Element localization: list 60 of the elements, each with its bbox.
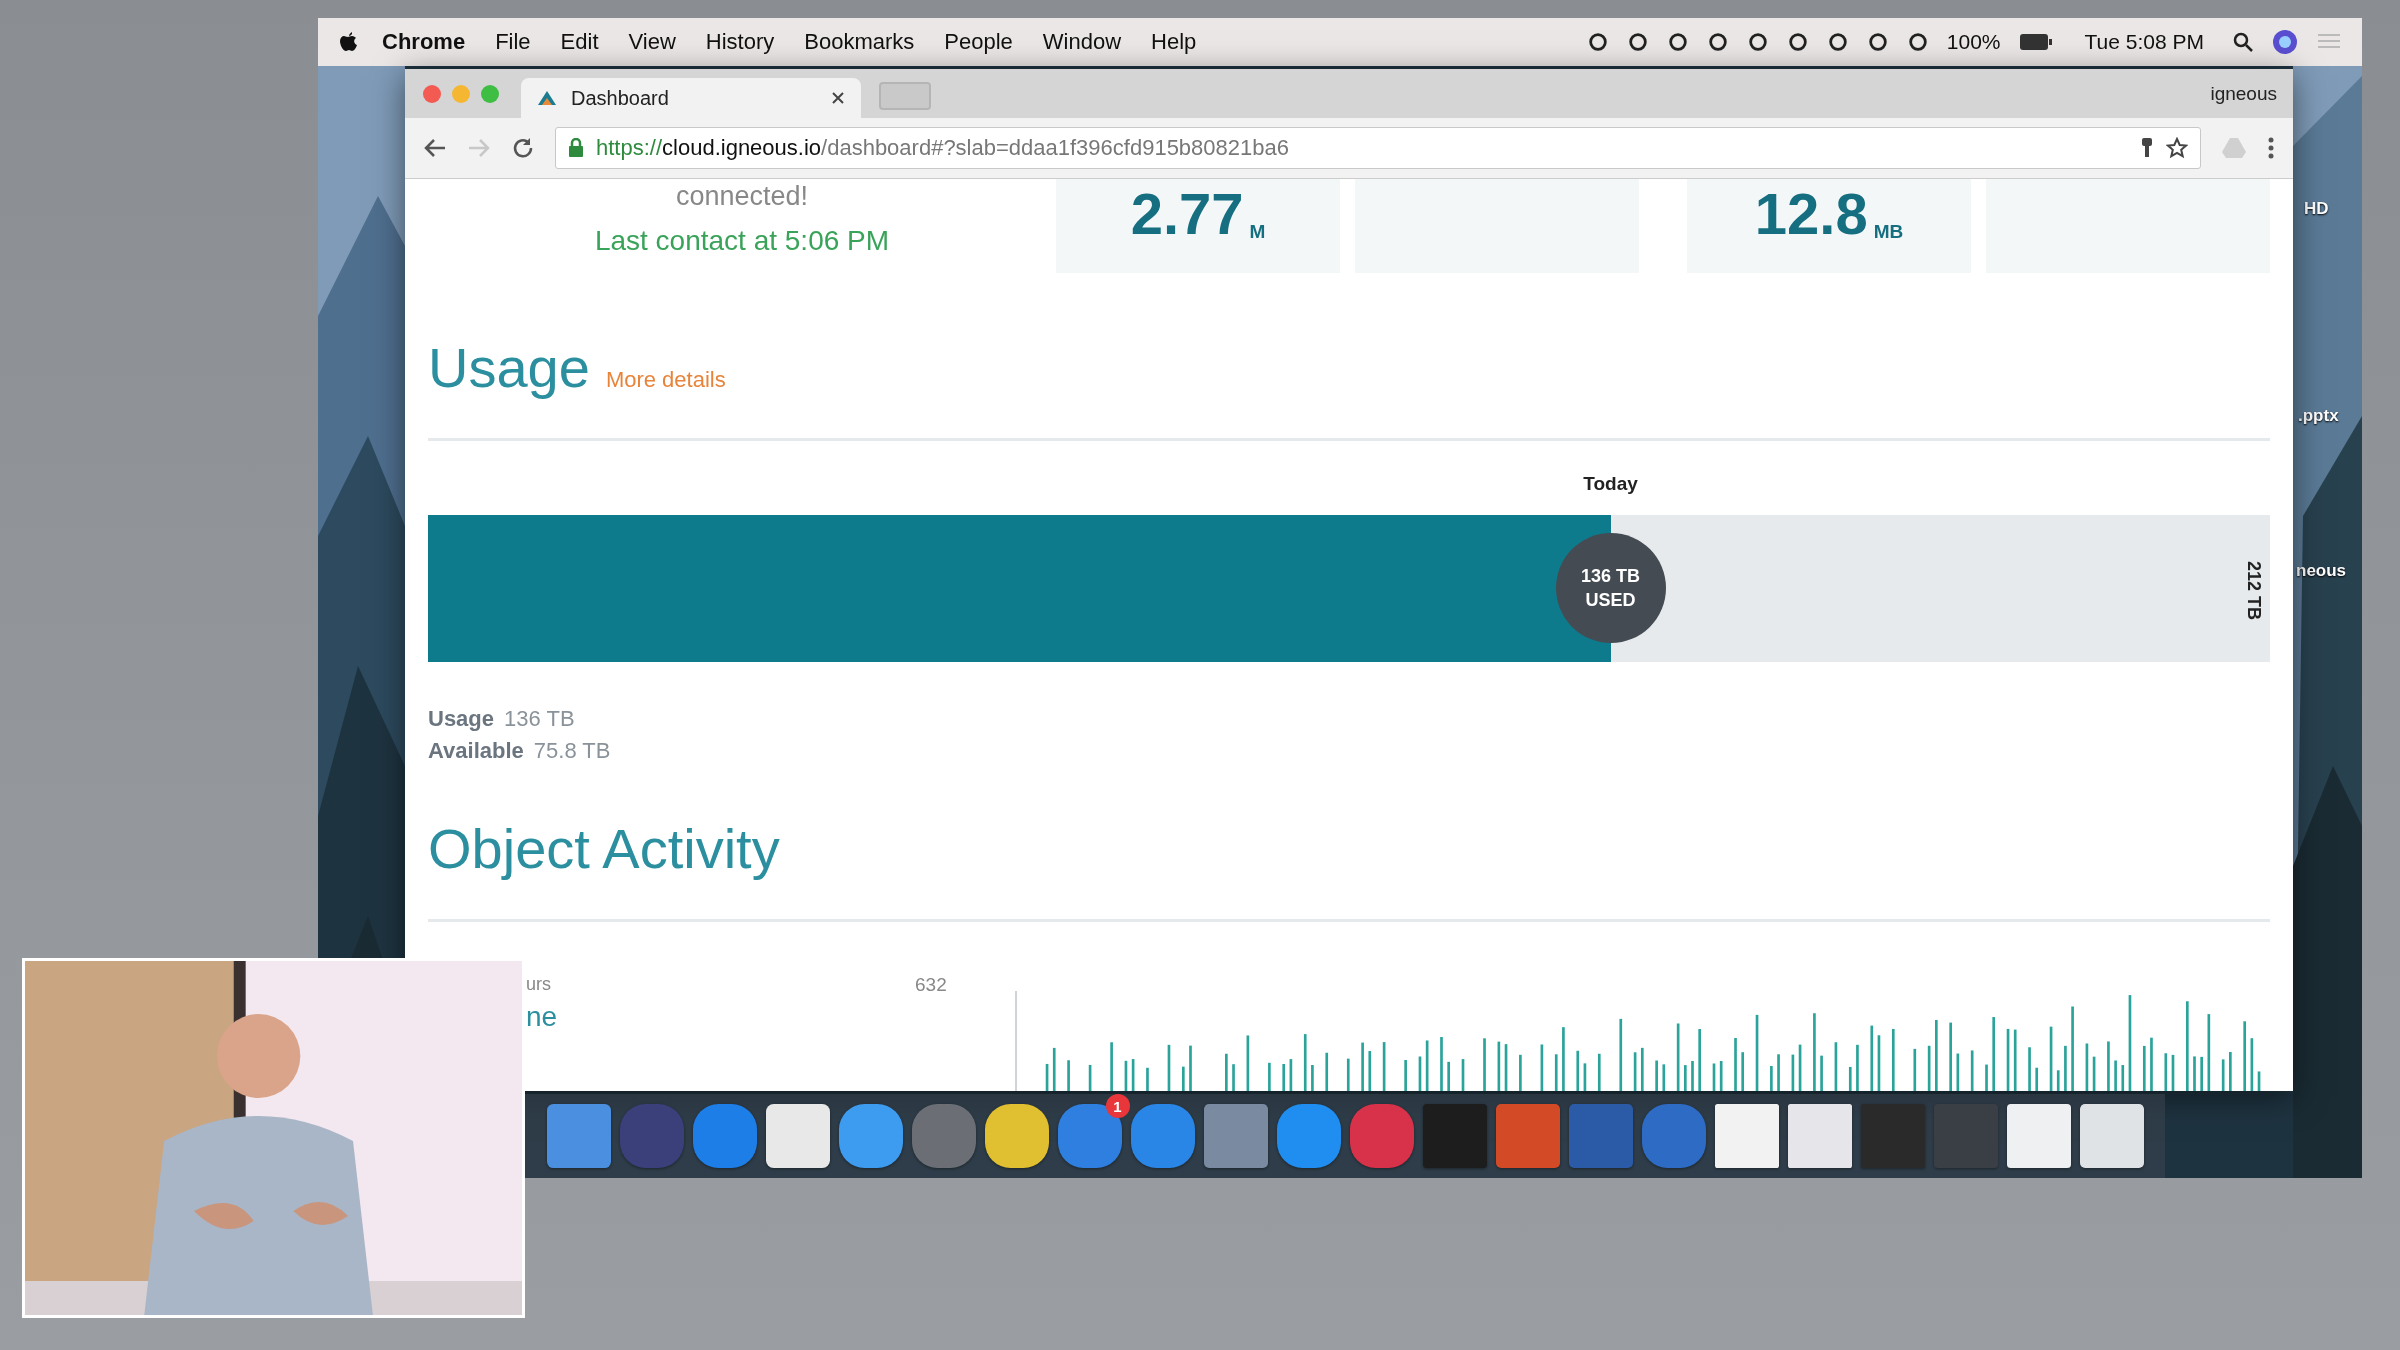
legend-label: ne	[526, 1001, 559, 1033]
app-icon[interactable]	[984, 1104, 1049, 1168]
today-label: Today	[1583, 473, 1638, 495]
search-icon[interactable]	[2232, 31, 2254, 53]
status-icon[interactable]	[1786, 31, 1809, 53]
menu-item[interactable]: File	[495, 29, 531, 55]
menu-item[interactable]: Window	[1042, 29, 1122, 55]
status-icon[interactable]	[1586, 31, 1609, 53]
close-icon[interactable]	[831, 91, 845, 105]
status-icon[interactable]	[1866, 31, 1889, 53]
reload-icon[interactable]	[511, 136, 535, 160]
status-icon[interactable]	[1826, 31, 1849, 53]
menu-item[interactable]: People	[944, 29, 1013, 55]
stat-value: 2.77	[1130, 185, 1244, 243]
close-window-button[interactable]	[423, 84, 441, 103]
menu-item[interactable]: View	[628, 29, 676, 55]
app-icon[interactable]	[838, 1104, 903, 1168]
clock[interactable]: Tue 5:08 PM	[2084, 30, 2204, 54]
capacity-label: 212 TB	[2243, 561, 2264, 621]
lock-icon	[568, 138, 584, 158]
notification-badge: 1	[1105, 1094, 1130, 1118]
section-heading: Usage	[428, 335, 590, 400]
app-icon[interactable]	[765, 1104, 830, 1168]
status-icon[interactable]	[1666, 31, 1689, 53]
stat-label: Available	[428, 738, 524, 764]
section-heading: Object Activity	[428, 816, 780, 881]
status-icon[interactable]	[1626, 31, 1649, 53]
orb-icon[interactable]	[2272, 29, 2298, 55]
desktop-icon-label[interactable]: HD	[2304, 199, 2329, 219]
status-icon[interactable]	[1706, 31, 1729, 53]
status-icon[interactable]	[1906, 31, 1929, 53]
address-bar[interactable]: https://cloud.igneous.io/dashboard#?slab=ddaa1f396cfd915b80821ba6	[555, 127, 2201, 169]
stat-value: 75.8 TB	[533, 738, 611, 764]
more-icon[interactable]	[2267, 136, 2275, 160]
profile-name[interactable]: igneous	[2210, 82, 2277, 105]
stat-label: Usage	[428, 706, 495, 732]
stat-value: 12.8	[1754, 185, 1868, 243]
star-icon[interactable]	[2166, 137, 2188, 159]
desktop-icon-label[interactable]: .pptx	[2298, 406, 2339, 426]
menu-item[interactable]: Bookmarks	[804, 29, 915, 55]
menu-item[interactable]: History	[705, 29, 775, 55]
menu-item[interactable]: Help	[1151, 29, 1197, 55]
status-icon[interactable]	[1746, 31, 1769, 53]
last-contact-text: Last contact at 5:06 PM	[594, 225, 890, 257]
axis-label: 632	[915, 974, 948, 997]
connection-status: connected!	[675, 181, 809, 211]
battery-percent: 100%	[1946, 30, 2001, 54]
browser-tab[interactable]: Dashboard	[521, 78, 861, 118]
stat-value: 136 TB	[504, 706, 575, 732]
legend-label: urs	[526, 974, 552, 995]
apple-icon[interactable]	[338, 30, 358, 54]
triangle-icon	[537, 90, 557, 106]
menu-item[interactable]: Edit	[560, 29, 599, 55]
battery-icon[interactable]	[2018, 33, 2053, 51]
stat-unit: MB	[1873, 221, 1904, 243]
stat-unit: M	[1249, 221, 1266, 243]
app-menu[interactable]: Chrome	[382, 29, 466, 55]
back-icon[interactable]	[423, 137, 447, 159]
desktop-icon-label[interactable]: neous	[2296, 561, 2347, 581]
key-icon[interactable]	[2140, 137, 2154, 159]
